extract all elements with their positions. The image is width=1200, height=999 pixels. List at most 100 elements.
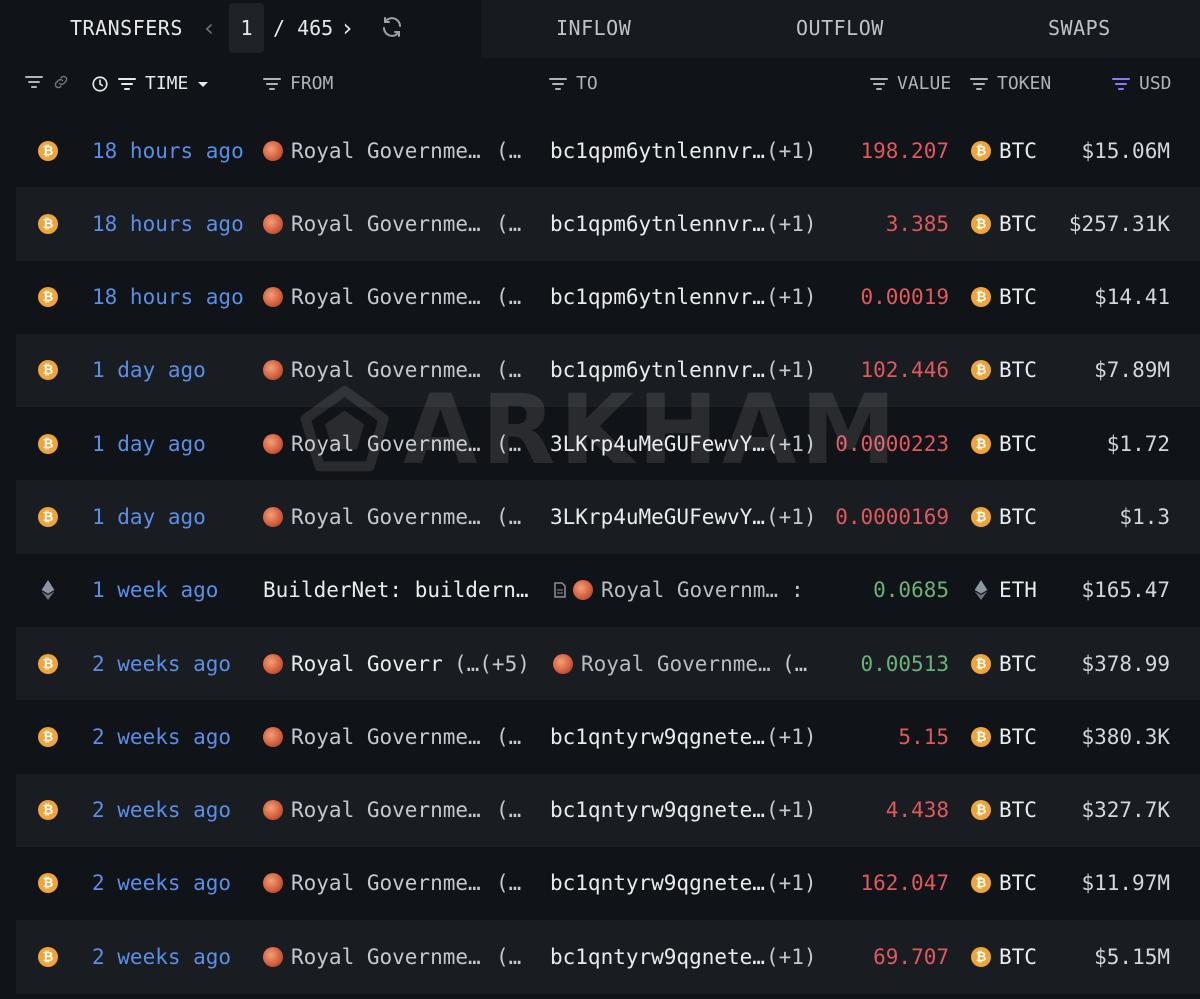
time-link[interactable]: 1 week ago [92,554,218,627]
to-cell[interactable]: Royal Governme… [553,627,771,700]
to-address[interactable]: bc1qntyrw9qgnete… [550,725,765,749]
to-cell[interactable]: bc1qntyrw9qgnete… [550,847,765,920]
token-cell[interactable]: ₿ BTC [971,700,1037,773]
link-icon[interactable] [52,73,70,91]
from-entity[interactable]: Royal Governme… [291,505,481,529]
from-entity[interactable]: Royal Governme… [291,798,481,822]
time-link[interactable]: 18 hours ago [92,187,244,260]
from-cell[interactable]: Royal Governme… [263,774,481,847]
token-cell[interactable]: ₿ BTC [971,187,1037,260]
token-cell[interactable]: ₿ BTC [971,407,1037,480]
time-column-header[interactable]: TIME [91,73,210,94]
time-link[interactable]: 2 weeks ago [92,627,231,700]
table-row[interactable]: ₿ 1 day ago Royal Governme… (… 3LKrp4uMe… [16,480,1200,554]
time-link[interactable]: 2 weeks ago [92,847,231,920]
from-cell[interactable]: Royal Governme… [263,187,481,260]
from-cell[interactable]: Royal Governme… [263,847,481,920]
time-link[interactable]: 18 hours ago [92,261,244,334]
table-row[interactable]: ₿ 2 weeks ago Royal Governme… (… bc1qnty… [16,847,1200,920]
from-entity[interactable]: Royal Governme… [291,358,481,382]
table-row[interactable]: ₿ 2 weeks ago Royal Governme… (… bc1qnty… [16,773,1200,847]
tab-swaps[interactable]: SWAPS [1048,16,1111,40]
from-entity[interactable]: Royal Governme… [291,432,481,456]
to-cell[interactable]: 3LKrp4uMeGUFewvY… [550,480,765,553]
table-row[interactable]: ₿ 18 hours ago Royal Governme… (… bc1qpm… [16,114,1200,187]
time-link[interactable]: 2 weeks ago [92,700,231,773]
table-row[interactable]: ₿ 18 hours ago Royal Governme… (… bc1qpm… [16,187,1200,261]
from-cell[interactable]: Royal Governme… [263,920,481,993]
table-row[interactable]: ₿ 1 day ago Royal Governme… (… 3LKrp4uMe… [16,407,1200,480]
to-cell[interactable]: bc1qntyrw9qgnete… [550,774,765,847]
table-row[interactable]: ₿ 2 weeks ago Royal Governme… (… bc1qnty… [16,700,1200,773]
table-row[interactable]: ₿ 2 weeks ago Royal Goverr (…(+5) Royal … [16,627,1200,701]
to-address[interactable]: bc1qpm6ytnlennvr… [550,285,765,309]
table-row[interactable]: ₿ 18 hours ago Royal Governme… (… bc1qpm… [16,261,1200,334]
token-cell[interactable]: ₿ BTC [971,334,1037,407]
table-row[interactable]: ₿ 2 weeks ago Royal Governme… (… bc1qnty… [16,920,1200,994]
token-column-header[interactable]: TOKEN [969,73,1051,94]
filter-icon[interactable] [1111,76,1131,92]
filter-icon[interactable] [24,74,44,90]
to-cell[interactable]: bc1qpm6ytnlennvr… [550,187,765,260]
token-cell[interactable]: ₿ BTC [971,261,1037,334]
from-entity[interactable]: BuilderNet: buildern… [263,578,529,602]
filter-icon[interactable] [869,76,889,92]
from-column-header[interactable]: FROM [262,73,333,94]
from-cell[interactable]: BuilderNet: buildern… [263,554,529,627]
time-link[interactable]: 2 weeks ago [92,774,231,847]
from-cell[interactable]: Royal Governme… [263,480,481,553]
to-cell[interactable]: bc1qpm6ytnlennvr… [550,114,765,187]
previous-page-button[interactable]: ‹ [202,14,216,42]
to-address[interactable]: bc1qntyrw9qgnete… [550,798,765,822]
table-row[interactable]: 1 week ago BuilderNet: buildern… Royal G… [16,554,1200,627]
from-cell[interactable]: Royal Goverr [263,627,443,700]
from-entity[interactable]: Royal Governme… [291,212,481,236]
time-link[interactable]: 18 hours ago [92,114,244,187]
refresh-icon[interactable] [380,15,404,39]
to-cell[interactable]: bc1qpm6ytnlennvr… [550,261,765,334]
token-cell[interactable]: ₿ BTC [971,847,1037,920]
tab-inflow[interactable]: INFLOW [556,16,631,40]
to-address[interactable]: bc1qntyrw9qgnete… [550,871,765,895]
token-cell[interactable]: ₿ BTC [971,114,1037,187]
filter-icon[interactable] [117,76,137,92]
to-address[interactable]: bc1qntyrw9qgnete… [550,945,765,969]
token-cell[interactable]: ₿ BTC [971,627,1037,700]
from-entity[interactable]: Royal Governme… [291,725,481,749]
usd-column-header[interactable]: USD [1111,73,1172,94]
to-column-header[interactable]: TO [548,73,598,94]
token-cell[interactable]: ₿ BTC [971,774,1037,847]
caret-down-icon[interactable] [196,77,210,91]
to-cell[interactable]: Royal Governm… [553,554,778,627]
token-cell[interactable]: ₿ BTC [971,480,1037,553]
from-cell[interactable]: Royal Governme… [263,114,481,187]
time-link[interactable]: 1 day ago [92,407,206,480]
time-link[interactable]: 1 day ago [92,480,206,553]
from-entity[interactable]: Royal Goverr [291,652,443,676]
table-row[interactable]: ₿ 1 day ago Royal Governme… (… bc1qpm6yt… [16,333,1200,408]
next-page-button[interactable]: › [340,14,354,42]
to-address[interactable]: Royal Governm… [601,578,778,602]
token-cell[interactable]: ₿ BTC [971,920,1037,993]
to-cell[interactable]: bc1qpm6ytnlennvr… [550,334,765,407]
from-entity[interactable]: Royal Governme… [291,139,481,163]
to-address[interactable]: bc1qpm6ytnlennvr… [550,139,765,163]
tab-outflow[interactable]: OUTFLOW [796,16,884,40]
to-address[interactable]: 3LKrp4uMeGUFewvY… [550,505,765,529]
time-link[interactable]: 2 weeks ago [92,920,231,993]
to-address[interactable]: 3LKrp4uMeGUFewvY… [550,432,765,456]
to-address[interactable]: bc1qpm6ytnlennvr… [550,212,765,236]
to-address[interactable]: bc1qpm6ytnlennvr… [550,358,765,382]
filter-icon[interactable] [548,76,568,92]
from-entity[interactable]: Royal Governme… [291,285,481,309]
time-link[interactable]: 1 day ago [92,334,206,407]
current-page-input[interactable]: 1 [229,3,264,53]
value-column-header[interactable]: VALUE [869,73,951,94]
chain-filter[interactable] [24,73,70,91]
from-cell[interactable]: Royal Governme… [263,334,481,407]
token-cell[interactable]: ETH [971,554,1037,627]
filter-icon[interactable] [969,76,989,92]
to-cell[interactable]: bc1qntyrw9qgnete… [550,920,765,993]
from-cell[interactable]: Royal Governme… [263,261,481,334]
filter-icon[interactable] [262,76,282,92]
